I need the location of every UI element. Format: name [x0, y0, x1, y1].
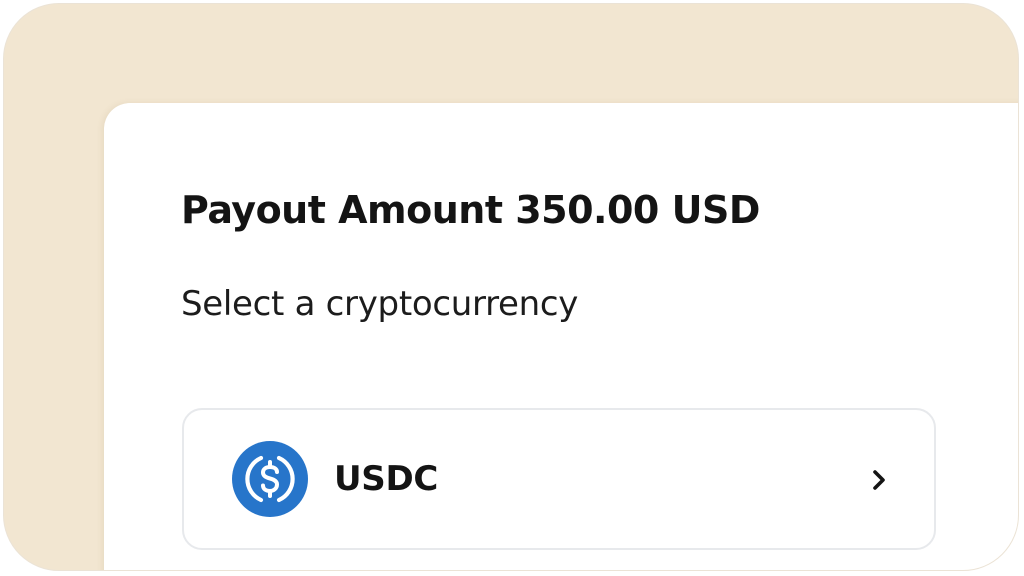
- usdc-coin-icon: [232, 441, 308, 517]
- select-cryptocurrency-label: Select a cryptocurrency: [181, 284, 579, 324]
- chevron-right-icon: [873, 470, 885, 490]
- payout-panel: Payout Amount 350.00 USD Select a crypto…: [104, 103, 1018, 570]
- app-frame: Payout Amount 350.00 USD Select a crypto…: [3, 3, 1019, 571]
- crypto-option-usdc[interactable]: USDC: [182, 408, 936, 550]
- crypto-option-label: USDC: [334, 459, 439, 499]
- payout-amount-title: Payout Amount 350.00 USD: [181, 188, 760, 232]
